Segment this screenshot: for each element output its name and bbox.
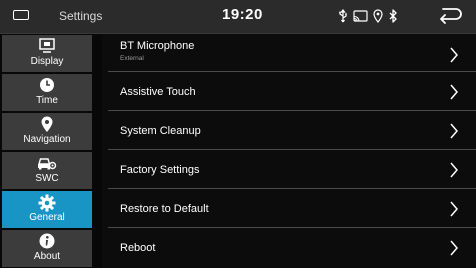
sidebar-item-label: About [33,251,61,262]
location-icon [373,9,383,23]
sidebar-item-general[interactable]: General [2,191,92,228]
chevron-right-icon [450,240,458,256]
location-pin-icon [2,116,92,132]
status-icons [338,7,398,25]
back-arrow-icon[interactable] [437,6,463,26]
clock-icon [2,77,92,93]
sidebar-item-about[interactable]: About [2,230,92,267]
chevron-right-icon [450,47,458,63]
sidebar-item-navigation[interactable]: Navigation [2,113,92,150]
setting-label: Factory Settings [120,164,200,176]
status-title: Settings [59,9,103,23]
sidebar-item-time[interactable]: Time [2,74,92,111]
settings-screen: Settings 19:20 Display Time Navigation S… [0,0,476,268]
setting-row-system-cleanup[interactable]: System Cleanup [102,112,476,150]
row-divider [108,188,476,189]
chevron-right-icon [450,201,458,217]
gear-icon [2,194,92,212]
chevron-right-icon [450,162,458,178]
setting-row-reboot[interactable]: Reboot [102,229,476,267]
chevron-right-icon [450,84,458,100]
setting-label: System Cleanup [120,125,201,137]
usb-icon [338,9,348,23]
setting-label: Reboot [120,242,156,254]
screen-mirror-icon [353,9,368,23]
setting-label: Restore to Default [120,203,209,215]
setting-row-bt-microphone[interactable]: BT Microphone External [102,34,476,72]
setting-row-assistive-touch[interactable]: Assistive Touch [102,73,476,111]
sidebar-item-display[interactable]: Display [2,35,92,72]
setting-row-restore-default[interactable]: Restore to Default [102,190,476,228]
settings-list: BT Microphone External Assistive Touch S… [102,34,476,268]
car-settings-icon [2,155,92,171]
setting-label: BT Microphone [120,40,195,52]
row-divider [108,227,476,228]
sidebar-item-label: SWC [35,173,59,184]
row-divider [108,71,476,72]
status-bar: Settings 19:20 [0,0,476,34]
row-divider [108,110,476,111]
bluetooth-icon [388,9,398,23]
sidebar-item-label: Navigation [23,134,71,145]
info-icon [2,233,92,249]
home-icon[interactable] [13,10,29,20]
chevron-right-icon [450,123,458,139]
clock: 19:20 [222,6,263,23]
setting-label: Assistive Touch [120,86,196,98]
setting-value: External [120,55,144,62]
row-divider [108,149,476,150]
display-icon [2,38,92,54]
sidebar: Display Time Navigation SWC General Abou… [0,34,102,268]
sidebar-item-label: General [29,212,65,223]
sidebar-item-label: Display [30,56,64,67]
setting-row-factory-settings[interactable]: Factory Settings [102,151,476,189]
sidebar-item-swc[interactable]: SWC [2,152,92,189]
sidebar-item-label: Time [36,95,58,106]
